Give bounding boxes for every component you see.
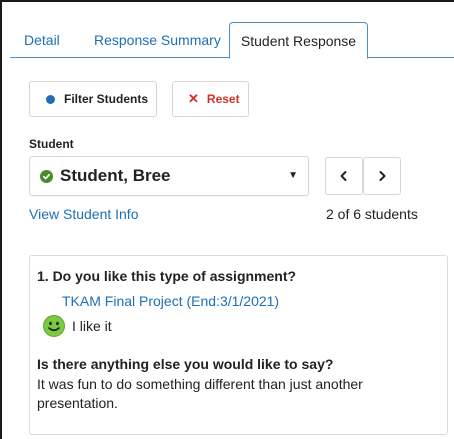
answer-2-text: It was fun to do something different tha…: [37, 376, 363, 411]
smiley-face-icon: [43, 315, 65, 337]
tab-response-summary[interactable]: Response Summary: [94, 22, 221, 58]
filter-dot-icon: [46, 94, 55, 104]
caret-down-icon: ▼: [288, 170, 298, 181]
chevron-right-icon: [379, 171, 386, 181]
selected-student-name: Student, Bree: [60, 166, 171, 185]
response-card: 1. Do you like this type of assignment? …: [29, 255, 448, 435]
view-student-info-link[interactable]: View Student Info: [29, 206, 138, 222]
close-icon: ✕: [188, 91, 199, 106]
previous-student-button[interactable]: [325, 157, 363, 195]
check-circle-icon: [40, 169, 53, 183]
student-select[interactable]: Student, Bree ▼: [29, 156, 309, 196]
reset-button[interactable]: ✕ Reset: [172, 81, 249, 117]
answer-1-text: I like it: [72, 318, 112, 334]
tab-detail[interactable]: Detail: [24, 22, 60, 58]
question-2-text: Is there anything else you would like to…: [37, 356, 334, 372]
next-student-button[interactable]: [363, 157, 401, 195]
question-1-text: 1. Do you like this type of assignment?: [37, 268, 297, 284]
student-field-label: Student: [29, 137, 74, 151]
assignment-link[interactable]: TKAM Final Project (End:3/1/2021): [62, 293, 279, 309]
tab-bar: Detail Response Summary Student Response: [10, 22, 454, 59]
student-position-count: 2 of 6 students: [326, 206, 418, 222]
filter-students-label: Filter Students: [64, 92, 149, 106]
tab-student-response[interactable]: Student Response: [229, 22, 368, 59]
chevron-left-icon: [340, 171, 347, 181]
filter-students-button[interactable]: Filter Students: [29, 81, 157, 117]
reset-label: Reset: [206, 92, 240, 106]
